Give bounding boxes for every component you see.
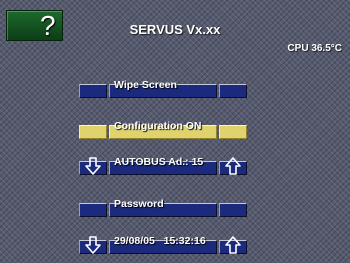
button-segment — [79, 84, 107, 98]
app-title: SERVUS Vx.xx — [129, 22, 221, 37]
arrow-up-icon[interactable] — [219, 233, 247, 257]
configuration-label: Configuration ON — [114, 120, 202, 132]
password-button[interactable]: Password — [79, 198, 247, 219]
arrow-down-icon[interactable] — [79, 233, 107, 257]
datetime-label: 29/08/05 15:32:16 — [114, 235, 206, 247]
password-label: Password — [114, 198, 164, 210]
arrow-up-icon[interactable] — [219, 154, 247, 178]
autobus-address-label: AUTOBUS Ad.: 15 — [114, 156, 204, 168]
button-segment — [79, 203, 107, 217]
button-segment — [219, 84, 247, 98]
button-segment — [79, 125, 107, 139]
wipe-screen-button[interactable]: Wipe Screen — [79, 79, 247, 100]
datetime-control: 29/08/05 15:32:16 — [79, 233, 247, 257]
wipe-screen-label: Wipe Screen — [114, 79, 177, 91]
autobus-address-control: AUTOBUS Ad.: 15 — [79, 154, 247, 178]
arrow-down-icon[interactable] — [79, 154, 107, 178]
button-segment — [219, 125, 247, 139]
configuration-toggle-button[interactable]: Configuration ON — [79, 120, 247, 141]
button-segment — [219, 203, 247, 217]
cpu-temperature: CPU 36.5°C — [287, 43, 342, 54]
